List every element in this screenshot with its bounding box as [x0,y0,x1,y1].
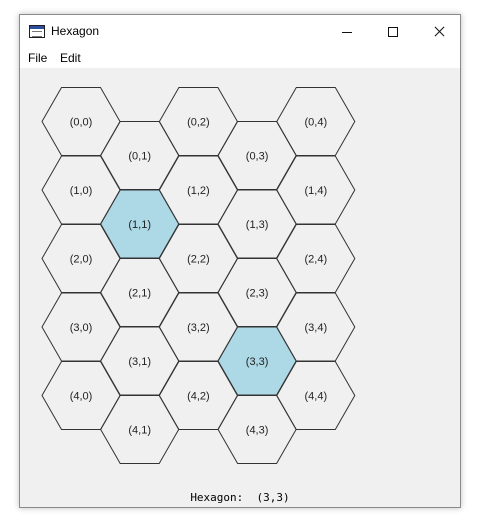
hex-cell-label: (3,4) [304,322,327,334]
hex-cell-label: (2,2) [187,254,210,266]
status-label: Hexagon: [190,491,244,504]
hex-cell-label: (4,0) [70,391,93,403]
status-bar: Hexagon: (3,3) [20,491,460,504]
hex-cell-label: (0,3) [246,151,269,163]
hex-cell-label: (3,3) [246,356,269,368]
hex-cell-label: (4,2) [187,391,210,403]
hex-cell-label: (2,4) [304,254,327,266]
hex-cell-label: (3,2) [187,322,210,334]
hex-cell-label: (2,3) [246,288,269,300]
hex-cell-label: (1,3) [246,219,269,231]
hex-cell-label: (3,0) [70,322,93,334]
hex-cell-label: (3,1) [128,356,151,368]
hexagon-grid: (0,0) (0,1) (0,2) (0,3) (0,4) (1,0) (1,1) (1,2)… [41,87,356,464]
hex-cell-label: (2,0) [70,254,93,266]
hex-cell-label: (1,0) [70,185,93,197]
hex-cell-label: (4,4) [304,391,327,403]
hex-cell-label: (1,2) [187,185,210,197]
status-value: (3,3) [256,491,290,504]
hex-cell-label: (2,1) [128,288,151,300]
hex-cell-label: (4,3) [246,425,269,437]
hex-cell-label: (1,4) [304,185,327,197]
hex-cell-label: (4,1) [128,425,151,437]
hex-cell-label: (0,0) [70,117,93,129]
hex-cell-label: (0,2) [187,117,210,129]
hex-cell-label: (0,1) [128,151,151,163]
app-window: Hexagon File Edit (0,0) (0,1) (0,2) (0,3) (0… [19,14,461,508]
hex-cell-label: (0,4) [304,117,327,129]
hex-cell-label: (1,1) [128,219,151,231]
